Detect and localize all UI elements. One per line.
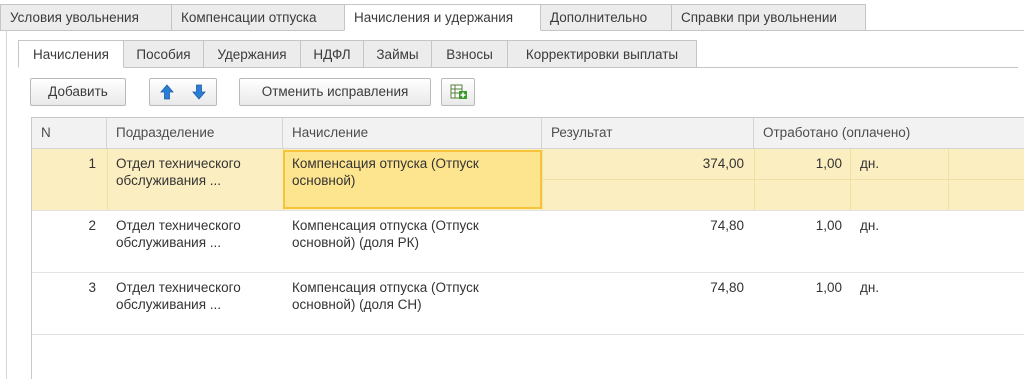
cancel-corrections-button[interactable]: Отменить исправления xyxy=(239,78,431,106)
result-cell: 74,80 xyxy=(710,280,744,295)
accrual-cell: Компенсация отпуска (Отпуск основной) (д… xyxy=(292,217,537,251)
department-line: Отдел технического xyxy=(116,218,241,233)
department-cell: Отдел технического обслуживания ... xyxy=(116,217,281,251)
cell-divider xyxy=(107,149,108,210)
tab-loans[interactable]: Займы xyxy=(363,40,432,68)
column-header-n[interactable]: N xyxy=(32,118,107,149)
accrual-line: основной) (доля РК) xyxy=(292,235,420,250)
department-line: Отдел технического xyxy=(116,280,241,295)
unit-cell: дн. xyxy=(860,156,880,171)
table-add-button[interactable] xyxy=(441,78,475,106)
tab-ndfl[interactable]: НДФЛ xyxy=(300,40,364,68)
department-line: обслуживания ... xyxy=(116,297,222,312)
arrow-down-icon[interactable] xyxy=(189,82,209,102)
department-cell: Отдел технического обслуживания ... xyxy=(116,279,281,313)
department-line: Отдел технического xyxy=(116,156,241,171)
tab-payment-corrections[interactable]: Корректировки выплаты xyxy=(507,40,697,68)
move-buttons-group xyxy=(149,78,217,106)
tab-benefits[interactable]: Пособия xyxy=(123,40,204,68)
worked-cell: 1,00 xyxy=(815,280,842,295)
sub-tab-divider xyxy=(18,67,1018,68)
accrual-line: Компенсация отпуска (Отпуск xyxy=(292,156,479,171)
department-cell: Отдел технического обслуживания ... xyxy=(116,155,281,189)
table-add-icon xyxy=(450,84,467,99)
arrow-up-icon[interactable] xyxy=(157,82,177,102)
row-number: 2 xyxy=(88,218,96,233)
department-line: обслуживания ... xyxy=(116,173,222,188)
column-header-result[interactable]: Результат xyxy=(542,118,754,149)
accrual-line: основной) xyxy=(292,173,356,188)
table-row[interactable]: 2 Отдел технического обслуживания ... Ко… xyxy=(32,211,1024,273)
column-header-department[interactable]: Подразделение xyxy=(107,118,283,149)
accruals-table: N Подразделение Начисление Результат Отр… xyxy=(31,117,1024,379)
main-tab-bar: Условия увольнения Компенсации отпуска Н… xyxy=(0,4,1024,31)
tab-dismissal-certificates[interactable]: Справки при увольнении xyxy=(671,4,866,31)
department-line: обслуживания ... xyxy=(116,235,222,250)
tab-accruals-deductions[interactable]: Начисления и удержания xyxy=(344,4,541,31)
tab-vacation-compensation[interactable]: Компенсации отпуска xyxy=(171,4,345,31)
tab-deductions[interactable]: Удержания xyxy=(203,40,301,68)
unit-cell: дн. xyxy=(860,280,880,295)
column-header-worked[interactable]: Отработано (оплачено) xyxy=(754,118,1024,149)
accrual-line: Компенсация отпуска (Отпуск xyxy=(292,280,479,295)
unit-cell: дн. xyxy=(860,218,880,233)
table-header: N Подразделение Начисление Результат Отр… xyxy=(32,118,1024,149)
accrual-cell: Компенсация отпуска (Отпуск основной) (д… xyxy=(292,279,537,313)
table-row[interactable]: 3 Отдел технического обслуживания ... Ко… xyxy=(32,273,1024,335)
accrual-line: Компенсация отпуска (Отпуск xyxy=(292,218,479,233)
tab-additional[interactable]: Дополнительно xyxy=(540,4,672,31)
row-number: 1 xyxy=(88,156,96,171)
focused-cell[interactable]: Компенсация отпуска (Отпуск основной) xyxy=(283,150,542,209)
table-row[interactable]: 1 Отдел технического обслуживания ... Ко… xyxy=(32,149,1024,211)
add-button[interactable]: Добавить xyxy=(30,78,126,106)
sub-tab-bar: Начисления Пособия Удержания НДФЛ Займы … xyxy=(18,40,1018,68)
tab-contributions[interactable]: Взносы xyxy=(431,40,508,68)
result-cell: 374,00 xyxy=(702,156,744,171)
accrual-cell: Компенсация отпуска (Отпуск основной) xyxy=(292,155,537,189)
worked-cell: 1,00 xyxy=(815,156,842,171)
column-header-accrual[interactable]: Начисление xyxy=(283,118,542,149)
result-cell: 74,80 xyxy=(710,218,744,233)
tab-accruals[interactable]: Начисления xyxy=(18,40,124,68)
cell-divider xyxy=(542,179,1024,180)
accrual-line: основной) (доля СН) xyxy=(292,297,422,312)
worked-cell: 1,00 xyxy=(815,218,842,233)
tab-dismissal-conditions[interactable]: Условия увольнения xyxy=(0,4,172,31)
row-number: 3 xyxy=(88,280,96,295)
